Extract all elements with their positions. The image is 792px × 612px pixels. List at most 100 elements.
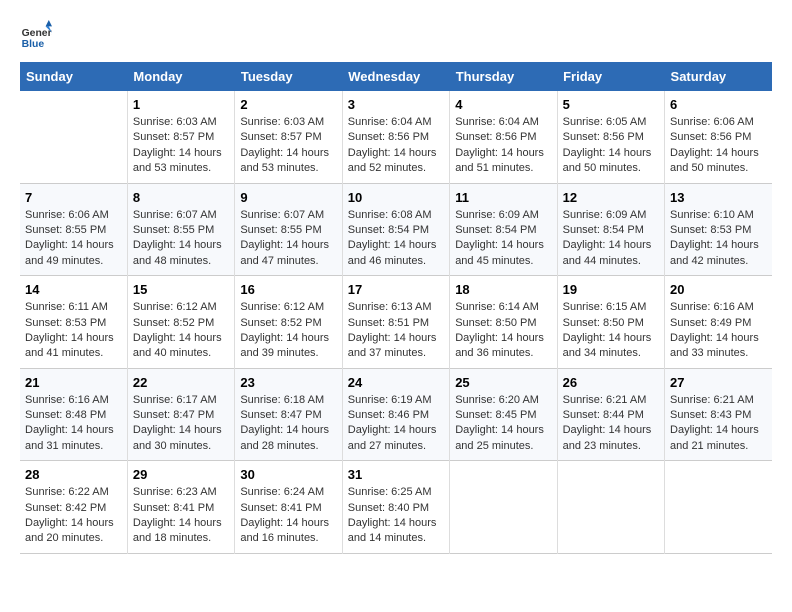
svg-text:General: General [22,28,52,39]
day-number: 25 [455,375,551,390]
calendar-cell [450,461,557,554]
day-number: 7 [25,190,122,205]
day-number: 21 [25,375,122,390]
calendar-cell: 12 Sunrise: 6:09 AMSunset: 8:54 PMDayligh… [557,183,664,276]
calendar-cell: 19 Sunrise: 6:15 AMSunset: 8:50 PMDayligh… [557,276,664,369]
day-number: 22 [133,375,229,390]
day-number: 29 [133,467,229,482]
calendar-week-row: 1 Sunrise: 6:03 AMSunset: 8:57 PMDaylight… [20,91,772,183]
day-number: 1 [133,97,229,112]
calendar-cell: 10 Sunrise: 6:08 AMSunset: 8:54 PMDayligh… [342,183,449,276]
cell-sun-info: Sunrise: 6:03 AMSunset: 8:57 PMDaylight:… [240,115,336,177]
day-number: 8 [133,190,229,205]
calendar-cell: 20 Sunrise: 6:16 AMSunset: 8:49 PMDayligh… [665,276,772,369]
day-number: 23 [240,375,336,390]
day-number: 19 [563,282,659,297]
weekday-header-tuesday: Tuesday [235,62,342,91]
day-number: 12 [563,190,659,205]
calendar-cell: 13 Sunrise: 6:10 AMSunset: 8:53 PMDayligh… [665,183,772,276]
cell-sun-info: Sunrise: 6:03 AMSunset: 8:57 PMDaylight:… [133,115,229,177]
cell-sun-info: Sunrise: 6:23 AMSunset: 8:41 PMDaylight:… [133,485,229,547]
weekday-header-sunday: Sunday [20,62,127,91]
cell-sun-info: Sunrise: 6:04 AMSunset: 8:56 PMDaylight:… [455,115,551,177]
day-number: 24 [348,375,444,390]
cell-sun-info: Sunrise: 6:17 AMSunset: 8:47 PMDaylight:… [133,393,229,455]
calendar-cell: 4 Sunrise: 6:04 AMSunset: 8:56 PMDaylight… [450,91,557,183]
cell-sun-info: Sunrise: 6:10 AMSunset: 8:53 PMDaylight:… [670,208,767,270]
svg-text:Blue: Blue [22,39,45,50]
calendar-cell: 29 Sunrise: 6:23 AMSunset: 8:41 PMDayligh… [127,461,234,554]
calendar-cell: 14 Sunrise: 6:11 AMSunset: 8:53 PMDayligh… [20,276,127,369]
day-number: 20 [670,282,767,297]
calendar-cell: 7 Sunrise: 6:06 AMSunset: 8:55 PMDaylight… [20,183,127,276]
day-number: 28 [25,467,122,482]
day-number: 27 [670,375,767,390]
logo: General Blue [20,20,52,52]
day-number: 17 [348,282,444,297]
calendar-cell: 15Sunrise: 6:12 AMSunset: 8:52 PMDayligh… [127,276,234,369]
day-number: 14 [25,282,122,297]
calendar-cell: 22 Sunrise: 6:17 AMSunset: 8:47 PMDayligh… [127,368,234,461]
page-header: General Blue [20,20,772,52]
calendar-week-row: 28 Sunrise: 6:22 AMSunset: 8:42 PMDayligh… [20,461,772,554]
cell-sun-info: Sunrise: 6:16 AMSunset: 8:48 PMDaylight:… [25,393,122,455]
calendar-cell: 17Sunrise: 6:13 AMSunset: 8:51 PMDayligh… [342,276,449,369]
cell-sun-info: Sunrise: 6:22 AMSunset: 8:42 PMDaylight:… [25,485,122,547]
cell-sun-info: Sunrise: 6:06 AMSunset: 8:55 PMDaylight:… [25,208,122,270]
calendar-cell [557,461,664,554]
calendar-cell: 2 Sunrise: 6:03 AMSunset: 8:57 PMDaylight… [235,91,342,183]
calendar-cell: 27 Sunrise: 6:21 AMSunset: 8:43 PMDayligh… [665,368,772,461]
day-number: 10 [348,190,444,205]
calendar-table: SundayMondayTuesdayWednesdayThursdayFrid… [20,62,772,554]
weekday-header-row: SundayMondayTuesdayWednesdayThursdayFrid… [20,62,772,91]
day-number: 13 [670,190,767,205]
cell-sun-info: Sunrise: 6:16 AMSunset: 8:49 PMDaylight:… [670,300,767,362]
calendar-cell: 5Sunrise: 6:05 AMSunset: 8:56 PMDaylight… [557,91,664,183]
calendar-cell: 25Sunrise: 6:20 AMSunset: 8:45 PMDayligh… [450,368,557,461]
cell-sun-info: Sunrise: 6:21 AMSunset: 8:43 PMDaylight:… [670,393,767,455]
calendar-cell: 16 Sunrise: 6:12 AMSunset: 8:52 PMDayligh… [235,276,342,369]
calendar-cell: 6 Sunrise: 6:06 AMSunset: 8:56 PMDaylight… [665,91,772,183]
calendar-week-row: 7 Sunrise: 6:06 AMSunset: 8:55 PMDaylight… [20,183,772,276]
cell-sun-info: Sunrise: 6:09 AMSunset: 8:54 PMDaylight:… [563,208,659,270]
day-number: 5 [563,97,659,112]
cell-sun-info: Sunrise: 6:15 AMSunset: 8:50 PMDaylight:… [563,300,659,362]
calendar-cell: 21 Sunrise: 6:16 AMSunset: 8:48 PMDayligh… [20,368,127,461]
cell-sun-info: Sunrise: 6:08 AMSunset: 8:54 PMDaylight:… [348,208,444,270]
cell-sun-info: Sunrise: 6:09 AMSunset: 8:54 PMDaylight:… [455,208,551,270]
weekday-header-monday: Monday [127,62,234,91]
calendar-cell: 30Sunrise: 6:24 AMSunset: 8:41 PMDayligh… [235,461,342,554]
calendar-cell: 11 Sunrise: 6:09 AMSunset: 8:54 PMDayligh… [450,183,557,276]
day-number: 2 [240,97,336,112]
cell-sun-info: Sunrise: 6:11 AMSunset: 8:53 PMDaylight:… [25,300,122,362]
cell-sun-info: Sunrise: 6:25 AMSunset: 8:40 PMDaylight:… [348,485,444,547]
calendar-cell: 26 Sunrise: 6:21 AMSunset: 8:44 PMDayligh… [557,368,664,461]
cell-sun-info: Sunrise: 6:18 AMSunset: 8:47 PMDaylight:… [240,393,336,455]
cell-sun-info: Sunrise: 6:24 AMSunset: 8:41 PMDaylight:… [240,485,336,547]
day-number: 26 [563,375,659,390]
cell-sun-info: Sunrise: 6:12 AMSunset: 8:52 PMDaylight:… [240,300,336,362]
day-number: 11 [455,190,551,205]
calendar-cell: 9Sunrise: 6:07 AMSunset: 8:55 PMDaylight… [235,183,342,276]
calendar-cell [20,91,127,183]
cell-sun-info: Sunrise: 6:07 AMSunset: 8:55 PMDaylight:… [133,208,229,270]
logo-icon: General Blue [20,20,52,52]
day-number: 16 [240,282,336,297]
day-number: 31 [348,467,444,482]
cell-sun-info: Sunrise: 6:04 AMSunset: 8:56 PMDaylight:… [348,115,444,177]
weekday-header-wednesday: Wednesday [342,62,449,91]
cell-sun-info: Sunrise: 6:07 AMSunset: 8:55 PMDaylight:… [240,208,336,270]
weekday-header-friday: Friday [557,62,664,91]
cell-sun-info: Sunrise: 6:19 AMSunset: 8:46 PMDaylight:… [348,393,444,455]
day-number: 4 [455,97,551,112]
calendar-cell [665,461,772,554]
weekday-header-saturday: Saturday [665,62,772,91]
calendar-cell: 1 Sunrise: 6:03 AMSunset: 8:57 PMDaylight… [127,91,234,183]
calendar-cell: 3Sunrise: 6:04 AMSunset: 8:56 PMDaylight… [342,91,449,183]
day-number: 15 [133,282,229,297]
day-number: 6 [670,97,767,112]
cell-sun-info: Sunrise: 6:21 AMSunset: 8:44 PMDaylight:… [563,393,659,455]
cell-sun-info: Sunrise: 6:06 AMSunset: 8:56 PMDaylight:… [670,115,767,177]
calendar-cell: 8 Sunrise: 6:07 AMSunset: 8:55 PMDaylight… [127,183,234,276]
calendar-cell: 18Sunrise: 6:14 AMSunset: 8:50 PMDayligh… [450,276,557,369]
